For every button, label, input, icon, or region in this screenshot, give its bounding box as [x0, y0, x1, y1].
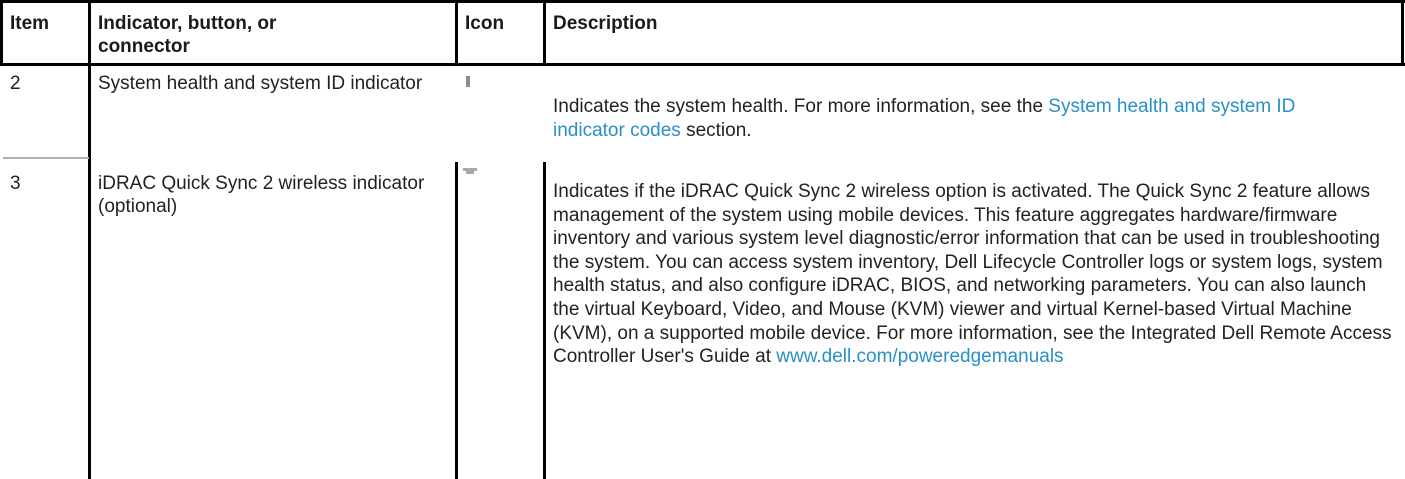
- row-separator: [3, 157, 89, 159]
- table-right-border: [1401, 0, 1404, 66]
- header-divider-3: [543, 0, 546, 66]
- header-description: Description: [553, 13, 658, 34]
- row3-divider-2: [455, 162, 458, 479]
- row-item-2: 2: [10, 73, 21, 94]
- system-health-icon: [465, 76, 471, 87]
- header-divider-2: [455, 0, 458, 66]
- header-indicator: Indicator, button, or connector: [98, 13, 277, 57]
- table-left-border: [0, 0, 3, 66]
- row-description-2: Indicates the system health. For more in…: [553, 96, 1296, 141]
- header-icon: Icon: [465, 13, 505, 34]
- poweredge-manuals-link[interactable]: www.dell.com/poweredgemanuals: [776, 346, 1063, 367]
- table-header-bottom-border: [0, 63, 1405, 66]
- row-indicator-2: System health and system ID indicator: [98, 73, 423, 94]
- wireless-icon: [463, 168, 477, 176]
- row3-divider-3: [543, 162, 546, 479]
- header-divider-1: [88, 0, 91, 66]
- body-divider-1: [88, 66, 91, 479]
- indicator-table: Item Indicator, button, or connector Ico…: [0, 0, 1405, 479]
- row-item-3: 3: [10, 173, 21, 194]
- header-item: Item: [10, 13, 50, 34]
- row-indicator-3: iDRAC Quick Sync 2 wireless indicator (o…: [98, 173, 425, 217]
- table-top-border: [0, 0, 1405, 3]
- row-description-3: Indicates if the iDRAC Quick Sync 2 wire…: [553, 181, 1392, 368]
